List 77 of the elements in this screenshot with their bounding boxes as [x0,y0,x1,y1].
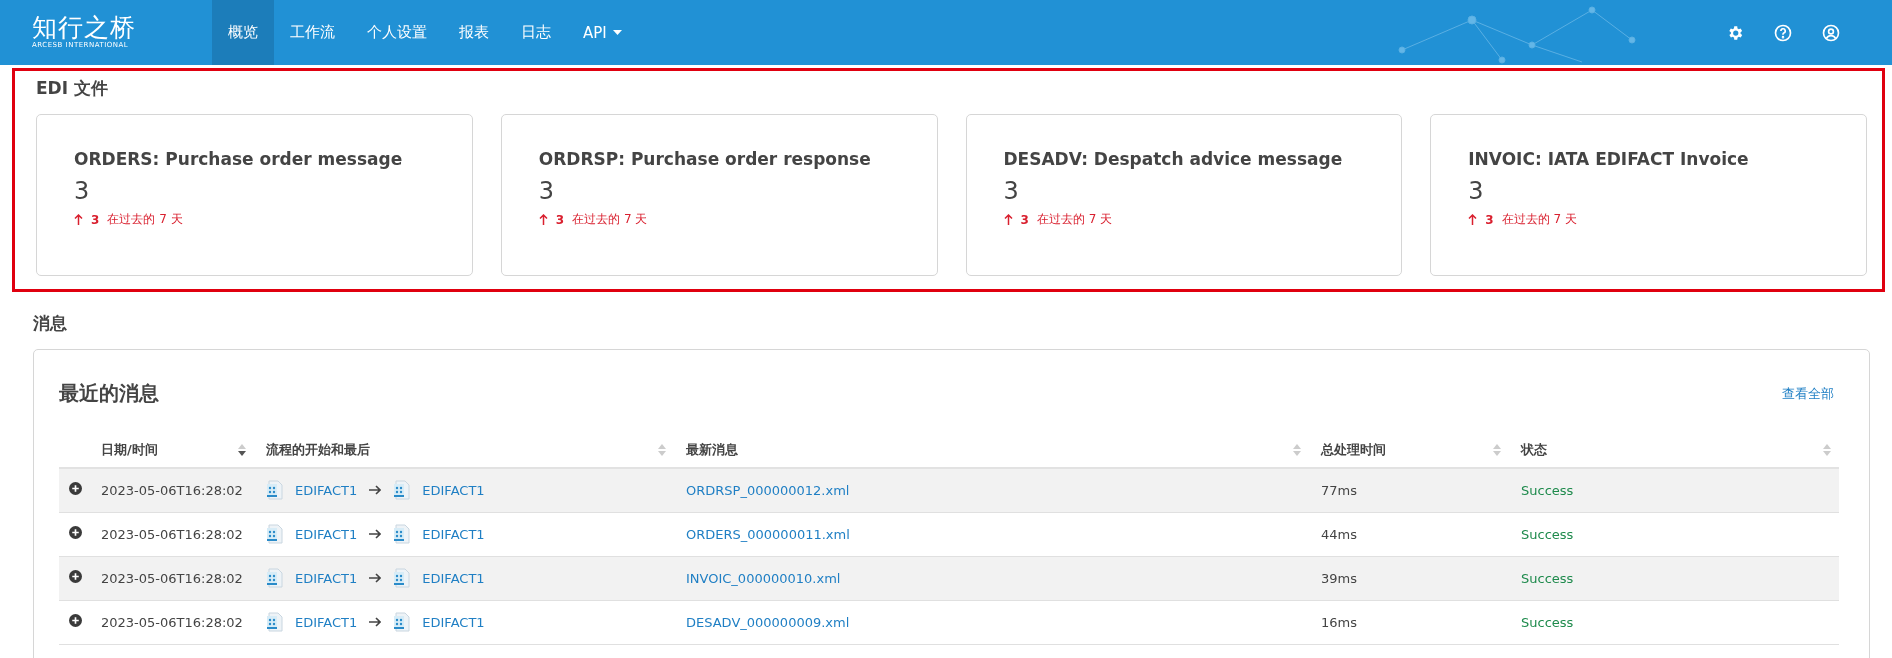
change-count: 3 [91,212,100,227]
flow-link[interactable]: EDIFACT1 [295,614,358,630]
expand-icon[interactable] [69,614,82,627]
arrow-up-icon [1468,214,1478,225]
card-count: 3 [1468,177,1485,205]
section-title: 消息 [33,312,68,335]
card-title: INVOIC: IATA EDIFACT Invoice [1468,149,1750,169]
document-icon [393,568,411,588]
change-count: 3 [555,212,565,227]
card-title: ORDERS: Purchase order message [74,149,404,169]
status-cell: Success [1509,468,1839,512]
table-cell: 2023-05-06T16:28:02 [89,600,254,644]
table-cell: 77ms [1309,468,1509,512]
arrow-right-icon [369,617,382,627]
document-icon [266,612,283,632]
document-icon [393,612,411,632]
table-cell: 2023-05-06T16:28:02 [89,512,254,556]
status-cell: Success [1509,512,1839,556]
card-title: ORDRSP: Purchase order response [538,149,872,169]
arrow-right-icon [369,485,382,496]
change-count: 3 [1485,212,1494,227]
nav-tab[interactable]: 概览 [212,0,274,65]
card-count: 3 [538,177,556,205]
arrow-up-icon [1003,214,1013,225]
card-count: 3 [1003,177,1020,205]
flow-link[interactable]: EDIFACT1 [295,482,358,498]
table-cell: 2023-05-06T16:28:02 [89,556,254,600]
expand-icon[interactable] [69,482,82,496]
section-title: EDI 文件 [36,77,109,100]
flow-link[interactable]: EDIFACT1 [422,570,485,586]
expand-icon[interactable] [69,526,82,539]
nav-tab[interactable]: 个人设置 [351,0,443,65]
change-period: 在过去的 7 天 [572,211,648,228]
document-icon [393,524,411,544]
caret-icon [612,30,622,35]
card-count: 3 [74,177,91,205]
status-cell: Success [1509,556,1839,600]
user-icon [1822,23,1840,42]
nav-tab[interactable]: 工作流 [274,0,351,65]
message-link[interactable]: DESADV_000000009.xml [686,614,850,630]
document-icon [266,524,283,544]
change-period: 在过去的 7 天 [1036,211,1113,228]
table-cell: 44ms [1309,512,1509,556]
change-period: 在过去的 7 天 [107,211,183,228]
panel-title: 最近的消息 [59,380,159,407]
nav-tab[interactable]: 日志 [505,0,567,65]
message-link[interactable]: INVOIC_000000010.xml [686,570,841,586]
message-link[interactable]: ORDRSP_000000012.xml [686,482,850,498]
arrow-up-icon [538,214,548,225]
expand-icon[interactable] [69,570,82,583]
document-icon [266,568,283,588]
account-button[interactable] [1822,23,1840,42]
flow-link[interactable]: EDIFACT1 [295,570,358,586]
sort-icon[interactable] [238,443,246,457]
nav-tab[interactable]: API [567,0,638,65]
change-count: 3 [1020,212,1029,227]
document-icon [393,480,411,501]
brand-name: 知行之桥 [32,15,137,41]
flow-link[interactable]: EDIFACT1 [295,526,358,542]
document-icon [266,480,283,501]
flow-link[interactable]: EDIFACT1 [422,614,485,630]
help-icon [1774,23,1792,42]
table-cell: 39ms [1309,556,1509,600]
table-cell: 2023-05-06T16:28:02 [89,468,254,512]
flow-link[interactable]: EDIFACT1 [422,526,485,542]
arrow-up-icon [74,214,83,225]
flow-link[interactable]: EDIFACT1 [422,482,485,498]
help-button[interactable] [1774,23,1792,42]
arrow-right-icon [369,529,382,539]
change-period: 在过去的 7 天 [1501,211,1577,228]
view-all-link[interactable]: 查看全部 [1782,384,1834,403]
table-cell: 16ms [1309,600,1509,644]
arrow-right-icon [369,573,382,583]
nav-tab[interactable]: 报表 [443,0,505,65]
message-link[interactable]: ORDERS_000000011.xml [686,526,850,542]
status-cell: Success [1509,600,1839,644]
card-title: DESADV: Despatch advice message [1003,149,1344,169]
